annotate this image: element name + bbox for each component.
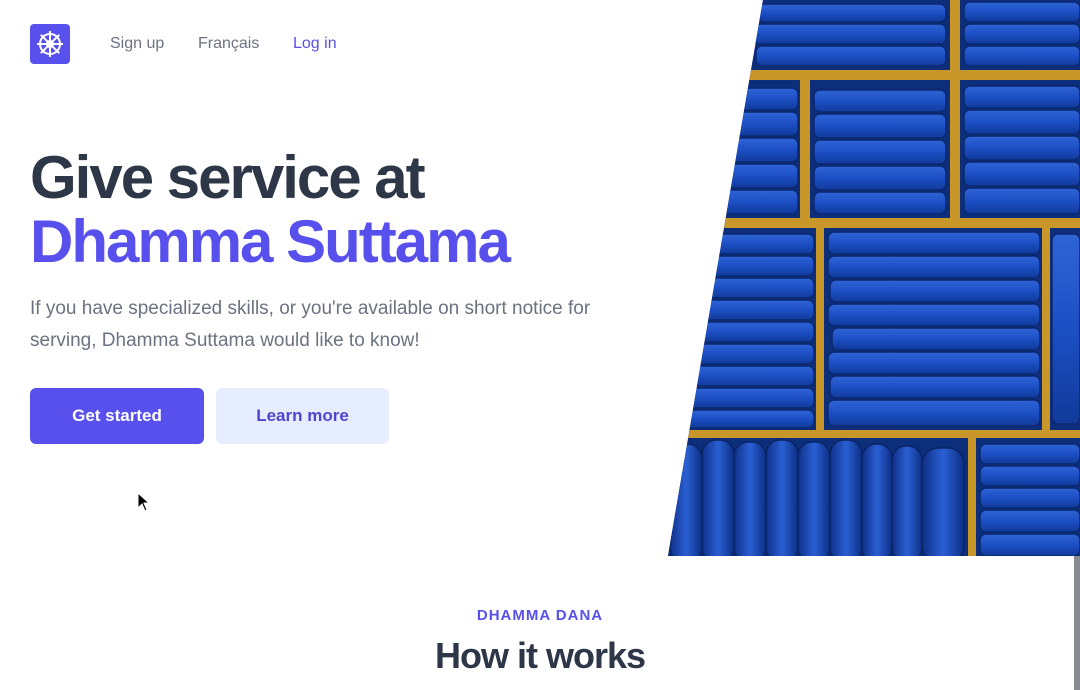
hero-title-line1: Give service at — [30, 144, 426, 211]
hero-title: Give service at Dhamma Suttama — [30, 144, 511, 275]
nav-log-in-link[interactable]: Log in — [293, 35, 337, 53]
logo[interactable] — [30, 24, 70, 64]
blue-cushions-shelves-image — [668, 0, 1080, 556]
mouse-cursor-icon — [137, 492, 151, 512]
hero-image — [668, 0, 1080, 556]
section-eyebrow: DHAMMA DANA — [476, 607, 604, 624]
learn-more-button[interactable]: Learn more — [216, 388, 389, 444]
hero-title-line2: Dhamma Suttama — [30, 208, 511, 275]
section-title: How it works — [434, 635, 646, 676]
get-started-button[interactable]: Get started — [30, 388, 204, 444]
dharma-wheel-icon — [37, 31, 63, 57]
nav-sign-up-link[interactable]: Sign up — [110, 35, 164, 53]
nav-language-link[interactable]: Français — [198, 35, 259, 53]
hero-subtitle: If you have specialized skills, or you'r… — [30, 298, 591, 351]
